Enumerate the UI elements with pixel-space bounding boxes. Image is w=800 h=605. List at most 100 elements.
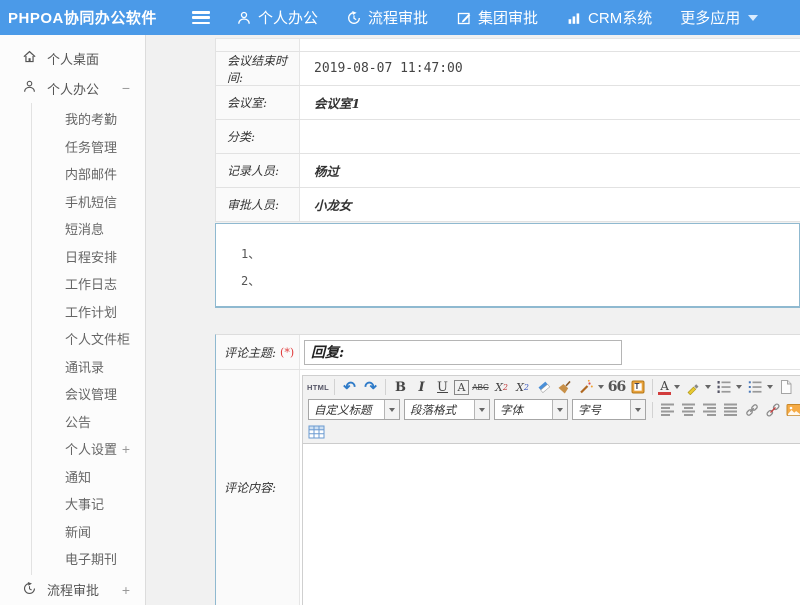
app-window: PHPOA协同办公软件 个人办公 流程审批 集团审批 CRM系统 更多应用 <box>0 0 800 605</box>
format-brush-icon[interactable] <box>555 377 574 397</box>
history-icon <box>346 10 362 26</box>
sidebar-subtree: 我的考勤 任务管理 内部邮件 手机短信 短消息 日程安排 工作日志 工作计划 个… <box>31 103 145 575</box>
sidebar-item-tasks[interactable]: 任务管理 <box>32 133 145 161</box>
font-style-button[interactable]: A <box>454 380 469 395</box>
link-icon[interactable] <box>742 400 761 420</box>
expand-icon[interactable]: + <box>119 441 133 457</box>
caret-down-icon[interactable] <box>674 385 680 389</box>
unordered-list-icon[interactable] <box>745 377 764 397</box>
font-family-dropdown[interactable]: 字体 <box>494 399 568 420</box>
note-line: 2、 <box>241 268 799 295</box>
superscript-button[interactable]: X2 <box>492 377 511 397</box>
sidebar-item-notice[interactable]: 通知 <box>32 463 145 491</box>
sidebar-item-work-log[interactable]: 工作日志 <box>32 270 145 298</box>
align-center-icon[interactable] <box>679 400 698 420</box>
caret-down-icon <box>630 400 645 419</box>
app-logo: PHPOA协同办公软件 <box>0 7 192 28</box>
nav-item-group-approval[interactable]: 集团审批 <box>456 7 538 28</box>
table-icon[interactable] <box>307 422 326 442</box>
sidebar-item-announcement[interactable]: 公告 <box>32 408 145 436</box>
field-value: 小龙女 <box>300 188 800 221</box>
unlink-icon[interactable] <box>763 400 782 420</box>
nav-item-workflow-approval[interactable]: 流程审批 <box>346 7 428 28</box>
font-color-icon[interactable]: A <box>658 380 671 395</box>
comment-subject-input[interactable] <box>304 340 622 365</box>
field-label: 审批人员: <box>216 188 300 221</box>
align-left-icon[interactable] <box>658 400 677 420</box>
nav-item-label: CRM系统 <box>588 7 652 28</box>
field-label: 评论主题: (*) <box>216 335 300 369</box>
sidebar-item-workflow[interactable]: 流程审批 + <box>0 575 145 605</box>
sidebar-item-events[interactable]: 大事记 <box>32 490 145 518</box>
sidebar-item-news[interactable]: 新闻 <box>32 518 145 546</box>
redo-icon[interactable]: ↷ <box>361 377 380 397</box>
nav-item-crm[interactable]: CRM系统 <box>566 7 652 28</box>
field-label: 记录人员: <box>216 154 300 187</box>
blockquote-button[interactable]: 66 <box>607 377 626 397</box>
undo-icon[interactable]: ↶ <box>340 377 359 397</box>
eraser-icon[interactable] <box>534 377 553 397</box>
caret-down-icon <box>474 400 489 419</box>
highlight-icon[interactable] <box>683 377 702 397</box>
html-source-button[interactable]: HTML <box>307 377 329 397</box>
paragraph-format-dropdown[interactable]: 段落格式 <box>404 399 490 420</box>
sidebar-item-short-message[interactable]: 短消息 <box>32 215 145 243</box>
nav-item-label: 更多应用 <box>680 7 740 28</box>
heading-style-dropdown[interactable]: 自定义标题 <box>308 399 400 420</box>
image-icon[interactable] <box>784 400 800 420</box>
field-value: 2019-08-07 11:47:00 <box>300 52 800 85</box>
bold-button[interactable]: B <box>391 377 410 397</box>
required-mark: (*) <box>280 346 294 359</box>
editor-toolbar-row-3 <box>303 421 800 443</box>
expand-icon[interactable]: + <box>119 582 133 598</box>
font-size-dropdown[interactable]: 字号 <box>572 399 646 420</box>
sidebar-item-ejournal[interactable]: 电子期刊 <box>32 545 145 573</box>
sidebar-item-internal-mail[interactable]: 内部邮件 <box>32 160 145 188</box>
sidebar-item-file-cabinet[interactable]: 个人文件柜 <box>32 325 145 353</box>
paste-plain-icon[interactable]: T <box>628 377 647 397</box>
nav-item-personal-office[interactable]: 个人办公 <box>236 7 318 28</box>
ordered-list-icon[interactable] <box>714 377 733 397</box>
caret-down-icon[interactable] <box>736 385 742 389</box>
field-label: 会议室: <box>216 86 300 119</box>
sidebar-item-work-plan[interactable]: 工作计划 <box>32 298 145 326</box>
person-icon <box>236 10 252 26</box>
italic-button[interactable]: I <box>412 377 431 397</box>
sidebar-item-meeting-mgmt[interactable]: 会议管理 <box>32 380 145 408</box>
underline-button[interactable]: U <box>433 377 452 397</box>
caret-down-icon <box>552 400 567 419</box>
nav-item-label: 集团审批 <box>478 7 538 28</box>
collapse-icon[interactable]: − <box>119 80 133 96</box>
table-row-category: 分类: <box>216 120 800 154</box>
strikethrough-button[interactable]: ABC <box>471 377 490 397</box>
menu-toggle-icon[interactable] <box>192 11 210 24</box>
caret-down-icon[interactable] <box>598 385 604 389</box>
align-right-icon[interactable] <box>700 400 719 420</box>
field-label: 分类: <box>216 120 300 153</box>
sidebar-item-desktop[interactable]: 个人桌面 <box>0 43 145 73</box>
note-line: 1、 <box>241 241 799 268</box>
home-icon <box>22 49 47 67</box>
sidebar-item-contacts[interactable]: 通讯录 <box>32 353 145 381</box>
new-page-icon[interactable] <box>776 377 795 397</box>
field-label: 评论内容: <box>216 370 300 605</box>
sidebar-item-label: 个人桌面 <box>47 49 133 68</box>
align-justify-icon[interactable] <box>721 400 740 420</box>
rich-text-editor: HTML ↶ ↷ B I U A ABC X2 <box>302 375 800 605</box>
comment-table: 评论主题: (*) 评论内容: HTM <box>215 334 800 605</box>
editor-content-area[interactable] <box>303 443 800 605</box>
sidebar-item-personal-office[interactable]: 个人办公 − <box>0 73 145 103</box>
nav-item-more-apps[interactable]: 更多应用 <box>680 7 758 28</box>
meeting-detail-table: 会议结束时间: 2019-08-07 11:47:00 会议室: 会议室1 分类… <box>215 38 800 222</box>
sidebar-item-attendance[interactable]: 我的考勤 <box>32 105 145 133</box>
caret-down-icon[interactable] <box>705 385 711 389</box>
subscript-button[interactable]: X2 <box>513 377 532 397</box>
magic-wand-icon[interactable] <box>576 377 595 397</box>
meeting-notes-box: 1、 2、 <box>215 223 800 308</box>
caret-down-icon[interactable] <box>767 385 773 389</box>
table-row-approver: 审批人员: 小龙女 <box>216 188 800 222</box>
sidebar-item-sms[interactable]: 手机短信 <box>32 188 145 216</box>
sidebar-item-personal-settings[interactable]: 个人设置+ <box>32 435 145 463</box>
field-value <box>300 120 800 153</box>
sidebar-item-schedule[interactable]: 日程安排 <box>32 243 145 271</box>
